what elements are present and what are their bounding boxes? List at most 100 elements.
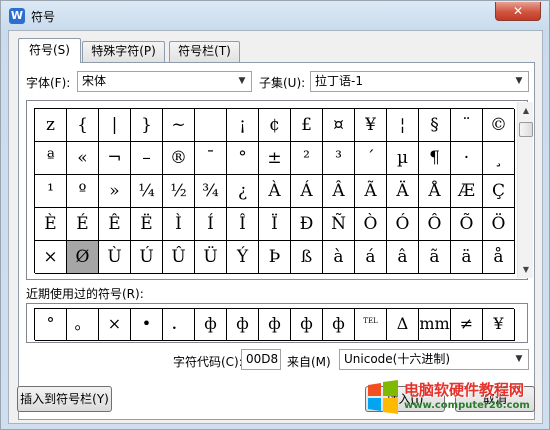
recent-symbol-cell[interactable]: ф [259, 309, 291, 341]
symbol-cell[interactable]: ¬ [99, 142, 131, 175]
recent-symbol-cell[interactable]: ф [227, 309, 259, 341]
symbol-cell[interactable]: ¯ [195, 142, 227, 175]
font-select[interactable]: 宋体 ▼ [77, 71, 252, 92]
tab-special-chars[interactable]: 特殊字符(P) [82, 41, 165, 62]
symbol-cell[interactable]: ~ [163, 109, 195, 142]
symbol-cell[interactable]: ¸ [483, 142, 515, 175]
symbol-cell[interactable]: { [67, 109, 99, 142]
symbol-cell[interactable]: ± [259, 142, 291, 175]
from-select[interactable]: Unicode(十六进制) ▼ [339, 349, 529, 370]
symbol-cell[interactable]: ½ [163, 175, 195, 208]
symbol-cell[interactable]: Ü [195, 241, 227, 274]
symbol-cell[interactable]: £ [291, 109, 323, 142]
symbol-cell[interactable]: Ï [259, 208, 291, 241]
symbol-cell[interactable]: Ä [387, 175, 419, 208]
scroll-up-icon[interactable]: ▲ [518, 102, 534, 119]
recent-symbol-cell[interactable]: • [131, 309, 163, 341]
symbol-cell[interactable]: ¦ [387, 109, 419, 142]
recent-symbol-cell[interactable]: mm [419, 309, 451, 341]
symbol-cell[interactable]: Ì [163, 208, 195, 241]
symbol-cell[interactable]: ª [35, 142, 67, 175]
symbol-cell[interactable]: ¥ [355, 109, 387, 142]
symbol-cell[interactable]: È [35, 208, 67, 241]
recent-symbol-cell[interactable]: ф [291, 309, 323, 341]
symbol-cell[interactable]: « [67, 142, 99, 175]
symbol-cell[interactable]: ¢ [259, 109, 291, 142]
symbol-cell[interactable]: × [35, 241, 67, 274]
scroll-down-icon[interactable]: ▼ [518, 261, 534, 278]
insert-to-symbol-bar-button[interactable]: 插入到符号栏(Y) [17, 386, 112, 412]
symbol-cell[interactable]: ä [451, 241, 483, 274]
symbol-cell[interactable]: } [131, 109, 163, 142]
symbol-cell[interactable]: Ý [227, 241, 259, 274]
symbol-cell[interactable]: É [67, 208, 99, 241]
symbol-cell[interactable]: ¤ [323, 109, 355, 142]
symbol-cell[interactable]: ¡ [227, 109, 259, 142]
symbol-cell[interactable]: À [259, 175, 291, 208]
symbol-cell[interactable]: Ò [355, 208, 387, 241]
symbol-cell[interactable]: · [451, 142, 483, 175]
symbol-cell[interactable]: Ã [355, 175, 387, 208]
symbol-cell[interactable]: Ç [483, 175, 515, 208]
symbol-cell[interactable]: Á [291, 175, 323, 208]
symbol-cell[interactable]: © [483, 109, 515, 142]
recent-symbol-cell[interactable]: 。 [67, 309, 99, 341]
symbol-cell[interactable]: » [99, 175, 131, 208]
symbol-cell[interactable]: – [131, 142, 163, 175]
scroll-thumb[interactable] [519, 122, 533, 137]
recent-symbol-cell[interactable]: ． [163, 309, 195, 341]
recent-symbol-cell[interactable]: ≠ [451, 309, 483, 341]
symbol-cell[interactable]: | [99, 109, 131, 142]
symbol-cell[interactable]: Î [227, 208, 259, 241]
char-code-input[interactable]: 00D8 [241, 349, 281, 370]
symbol-cell[interactable]: à [323, 241, 355, 274]
symbol-cell[interactable]: Û [163, 241, 195, 274]
tab-symbols[interactable]: 符号(S) [18, 38, 81, 63]
symbol-cell[interactable]: Ê [99, 208, 131, 241]
symbol-cell[interactable]: ¼ [131, 175, 163, 208]
symbol-cell[interactable]: Ú [131, 241, 163, 274]
symbol-cell[interactable]: Ô [419, 208, 451, 241]
symbol-cell[interactable]: ® [163, 142, 195, 175]
subset-select[interactable]: 拉丁语-1 ▼ [310, 71, 529, 92]
symbol-cell[interactable]: Æ [451, 175, 483, 208]
symbol-cell[interactable]: Í [195, 208, 227, 241]
symbol-cell-selected[interactable]: Ø [67, 241, 99, 274]
symbol-cell[interactable]: Ñ [323, 208, 355, 241]
symbol-cell[interactable]: Â [323, 175, 355, 208]
symbol-cell[interactable]: ³ [323, 142, 355, 175]
symbol-cell[interactable]: ã [419, 241, 451, 274]
close-button[interactable]: ✕ [495, 2, 541, 21]
symbol-cell[interactable]: Å [419, 175, 451, 208]
symbol-cell[interactable]: Ë [131, 208, 163, 241]
symbol-cell[interactable]: å [483, 241, 515, 274]
symbol-cell[interactable]: á [355, 241, 387, 274]
symbol-cell[interactable]: Þ [259, 241, 291, 274]
symbol-cell[interactable]: ° [227, 142, 259, 175]
symbol-cell[interactable]: ¶ [419, 142, 451, 175]
symbol-cell[interactable]: Ö [483, 208, 515, 241]
symbol-cell[interactable]: z [35, 109, 67, 142]
symbol-cell[interactable]: Ó [387, 208, 419, 241]
symbol-cell[interactable]: â [387, 241, 419, 274]
symbol-cell[interactable]: Ð [291, 208, 323, 241]
symbol-cell[interactable]: ¿ [227, 175, 259, 208]
symbol-cell[interactable] [195, 109, 227, 142]
symbol-cell[interactable]: ¨ [451, 109, 483, 142]
recent-symbol-cell[interactable]: ф [195, 309, 227, 341]
recent-symbol-cell[interactable]: ф [323, 309, 355, 341]
recent-symbol-cell[interactable]: ° [35, 309, 67, 341]
symbol-cell[interactable]: Ù [99, 241, 131, 274]
tab-symbol-bar[interactable]: 符号栏(T) [169, 41, 240, 62]
symbol-cell[interactable]: ¹ [35, 175, 67, 208]
symbol-cell[interactable]: ß [291, 241, 323, 274]
symbol-cell[interactable]: º [67, 175, 99, 208]
symbol-cell[interactable]: ² [291, 142, 323, 175]
symbol-grid-scrollbar[interactable]: ▲ ▼ [517, 102, 533, 278]
symbol-cell[interactable]: Õ [451, 208, 483, 241]
recent-symbol-cell[interactable]: × [99, 309, 131, 341]
symbol-cell[interactable]: µ [387, 142, 419, 175]
recent-symbol-cell[interactable]: TEL [355, 309, 387, 341]
recent-symbol-cell[interactable]: Δ [387, 309, 419, 341]
recent-symbol-cell[interactable]: ¥ [483, 309, 515, 341]
